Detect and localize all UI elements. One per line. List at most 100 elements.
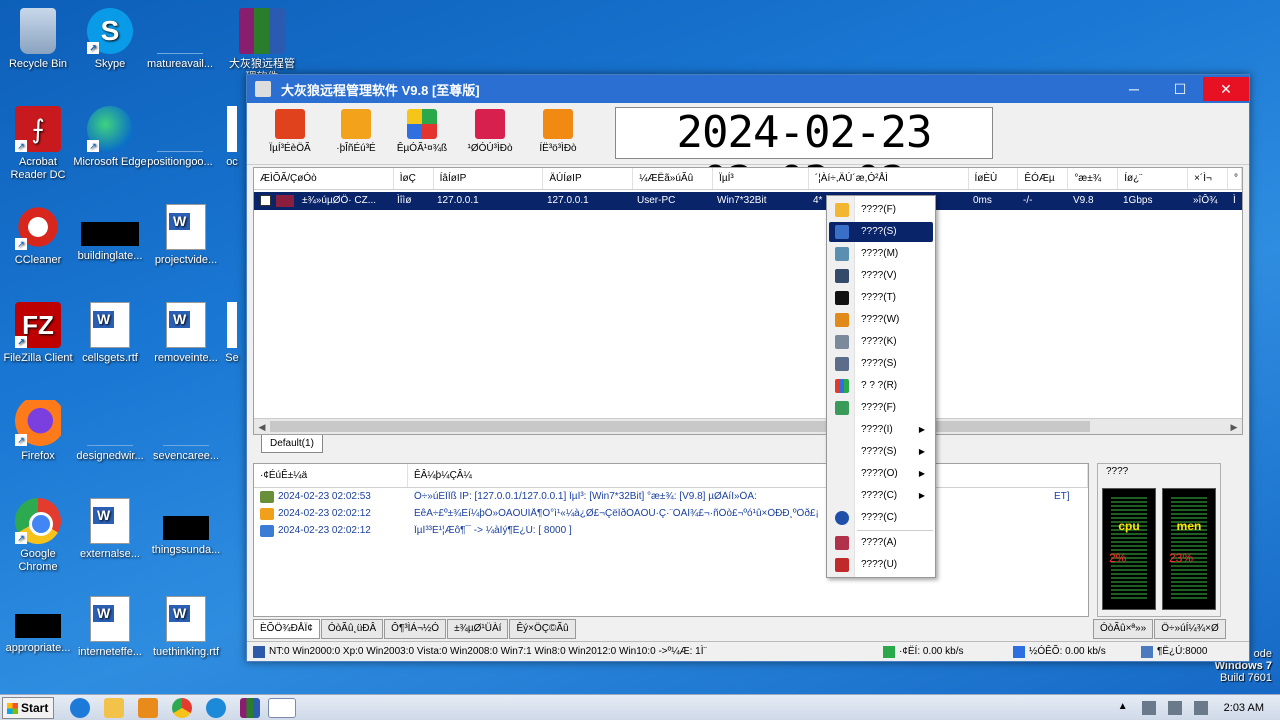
column-header[interactable]: ÊÓÆµ	[1018, 168, 1069, 189]
tab-domain-convert[interactable]: ÓòÃû×ª»»	[1093, 619, 1154, 639]
menu-item-keyboard[interactable]: ????(K)	[829, 332, 933, 352]
ie-icon[interactable]	[70, 698, 90, 718]
column-header[interactable]: ¼ÆËã»úÃû	[633, 168, 714, 189]
column-header[interactable]: ·¢ÉúÊ±¼ä	[254, 464, 408, 487]
tab-remote-connect[interactable]: Ô¶³ÌÁ¬½Ó	[384, 619, 447, 639]
column-header[interactable]: ÄÚÍøIP	[543, 168, 634, 189]
menu-item-file[interactable]: ????(F)	[829, 200, 933, 220]
toolbar-settings-button[interactable]: ÏµÍ³ÉèÖÃ	[255, 109, 325, 154]
menu-item-submenu[interactable]: ????(I) ▶	[829, 420, 933, 440]
start-button[interactable]: Start	[2, 697, 54, 719]
scrollbar-thumb[interactable]	[270, 421, 1090, 432]
desktop-icon-file[interactable]: sevencaree...	[148, 400, 224, 463]
desktop-icon-recycle-bin[interactable]: Recycle Bin	[0, 8, 76, 71]
word-document-icon	[90, 498, 130, 544]
column-header[interactable]: Íø¿¨	[1118, 168, 1189, 189]
desktop-icon-file[interactable]: designedwir...	[72, 400, 148, 463]
flag-icon[interactable]	[1193, 701, 1208, 715]
toolbar-about-button[interactable]: ¹ØÓÚ³ÌÐò	[455, 109, 525, 154]
system-icon	[260, 524, 274, 537]
network-icon[interactable]	[1141, 701, 1156, 715]
menu-item-select-all[interactable]: ????(A)	[829, 533, 933, 553]
tab-logs[interactable]: ÈÕÖ¾ÐÅÏ¢	[253, 619, 320, 639]
menu-item-terminal[interactable]: ????(T)	[829, 288, 933, 308]
desktop-icon-file[interactable]: thingssunda...	[148, 498, 224, 557]
column-header[interactable]: °	[1228, 168, 1242, 189]
menu-item-system[interactable]: ????(S)	[829, 354, 933, 374]
scroll-left-icon[interactable]: ◀	[254, 419, 270, 435]
desktop-icon-file[interactable]: appropriate...	[0, 596, 76, 655]
media-player-icon[interactable]	[138, 698, 158, 718]
winrar-icon[interactable]	[240, 698, 260, 718]
desktop-icon-word[interactable]: externalse...	[72, 498, 148, 561]
remote-admin-window: 大灰狼远程管理软件 V9.8 [至尊版] ─ ☐ ✕ ÏµÍ³ÉèÖÃ ·þÎñ…	[246, 74, 1250, 662]
column-header[interactable]: °æ±¾	[1068, 168, 1119, 189]
group-tab-default[interactable]: Default(1)	[261, 435, 323, 453]
desktop-icon-skype[interactable]: S Skype	[72, 8, 148, 71]
column-header[interactable]: ×´Ì¬	[1188, 168, 1228, 189]
desktop-icon-word[interactable]: tuethinking.rtf	[148, 596, 224, 659]
toolbar-build-button[interactable]: ·þÎñÉú³É	[321, 109, 391, 154]
tab-host-map[interactable]: Ö÷»úÍ¼¾×Ø	[1154, 619, 1226, 639]
screen-icon	[835, 225, 849, 239]
log-row[interactable]: 2024-02-23 02:02:53 Ö÷»úÉÏÏß IP: [127.0.…	[254, 488, 1088, 505]
menu-item-manage[interactable]: ????(M)	[829, 244, 933, 264]
speaker-icon[interactable]	[1167, 701, 1182, 715]
chrome-icon[interactable]	[172, 698, 192, 718]
column-header[interactable]: ´¦Àí÷,ÄÚ´æ,Ó²ÅÌ	[809, 168, 969, 189]
edge-icon[interactable]	[206, 698, 226, 718]
desktop-icon-chrome[interactable]: Google Chrome	[0, 498, 76, 574]
desktop-icon-file[interactable]: matureavail...	[142, 8, 218, 71]
desktop-icon-word[interactable]: interneteffe...	[72, 596, 148, 659]
menu-item-refresh[interactable]: ????(F)	[829, 398, 933, 418]
chevron-up-icon[interactable]: ▲	[1116, 701, 1130, 715]
column-header[interactable]: ÍøÈÙ	[969, 168, 1019, 189]
column-header[interactable]: ÊÂ¼þ¼ÇÂ¼	[408, 464, 1088, 487]
wolf-app-icon[interactable]	[268, 698, 296, 718]
menu-item-submenu[interactable]: ????(S) ▶	[829, 442, 933, 462]
desktop-icon-firefox[interactable]: Firefox	[0, 400, 76, 463]
desktop-icon-word[interactable]: projectvide...	[148, 204, 224, 267]
desktop-icon-file[interactable]: buildinglate...	[72, 204, 148, 263]
desktop-icon-edge[interactable]: Microsoft Edge	[72, 106, 148, 169]
minimize-button[interactable]: ─	[1111, 77, 1157, 101]
word-document-icon	[166, 596, 206, 642]
desktop-icon-acrobat[interactable]: ⨍ Acrobat Reader DC	[0, 106, 76, 182]
host-row[interactable]: ±¾»úµØÖ· CZ... Ìîìø 127.0.0.1 127.0.0.1 …	[254, 192, 1242, 210]
horizontal-scrollbar[interactable]: ◀ ▶	[254, 418, 1242, 434]
clock[interactable]: 2:03 AM	[1214, 702, 1280, 714]
scroll-right-icon[interactable]: ▶	[1226, 419, 1242, 435]
log-row[interactable]: 2024-02-23 02:02:12 ÏµÍ³³É¹¦Æô¶¯ -> ¼àÌý…	[254, 522, 1088, 539]
menu-item-submenu[interactable]: ????(O) ▶	[829, 464, 933, 484]
column-header[interactable]: ÏµÍ³	[713, 168, 809, 189]
column-header[interactable]: ÌøÇ	[394, 168, 434, 189]
column-header[interactable]: ÆÌÕÃ/ÇøÓò	[254, 168, 394, 189]
tab-digital-sign[interactable]: Êý×ÖÇ©Ãû	[509, 619, 576, 639]
host-checkbox[interactable]	[260, 195, 271, 206]
menu-item-screen[interactable]: ????(S)	[829, 222, 933, 242]
title-bar[interactable]: 大灰狼远程管理软件 V9.8 [至尊版] ─ ☐ ✕	[247, 75, 1249, 103]
explorer-folder-icon[interactable]	[104, 698, 124, 718]
toolbar-exit-button[interactable]: ÍË³ö³ÌÐò	[523, 109, 593, 154]
tab-local-manage[interactable]: ±¾µØ¹ÜÀí	[447, 619, 509, 639]
close-button[interactable]: ✕	[1203, 77, 1249, 101]
menu-item-unselect[interactable]: ????(U)	[829, 555, 933, 575]
menu-item-video[interactable]: ????(V)	[829, 266, 933, 286]
tab-domain-update[interactable]: ÓòÃû¸üÐÂ	[320, 619, 384, 639]
maximize-button[interactable]: ☐	[1157, 77, 1203, 101]
toolbar-tools-button[interactable]: ÊµÓÃ¹¤¾ß	[387, 109, 457, 154]
menu-item-shield[interactable]: ????(C)	[829, 508, 933, 528]
column-header[interactable]: ÍâÍøIP	[434, 168, 544, 189]
host-list: ÆÌÕÃ/ÇøÓò ÌøÇ ÍâÍøIP ÄÚÍøIP ¼ÆËã»úÃû ÏµÍ…	[253, 167, 1243, 435]
desktop-icon-word[interactable]: cellsgets.rtf	[72, 302, 148, 365]
file-icon	[87, 400, 133, 446]
menu-item-audio[interactable]: ????(W)	[829, 310, 933, 330]
desktop-icon-ccleaner[interactable]: CCleaner	[0, 204, 76, 267]
menu-item-submenu[interactable]: ????(C) ▶	[829, 486, 933, 506]
desktop-icon-file[interactable]: positiongoo...	[142, 106, 218, 169]
edge-icon	[87, 106, 133, 152]
menu-item-registry[interactable]: ? ? ?(R)	[829, 376, 933, 396]
desktop-icon-filezilla[interactable]: FZ FileZilla Client	[0, 302, 76, 365]
log-row[interactable]: 2024-02-23 02:02:12 ÉêÃ÷£º±¾Èí¼þÖ»ÓÃÓÚÍÅ…	[254, 505, 1088, 522]
desktop-icon-rar[interactable]: 大灰狼远程管理软件	[224, 8, 300, 84]
